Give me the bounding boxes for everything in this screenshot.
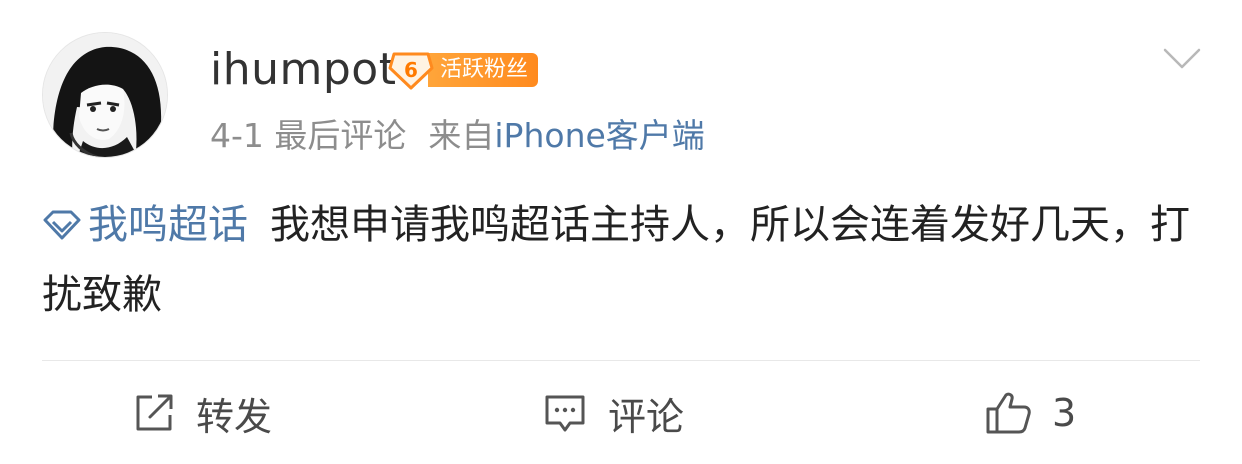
thumbs-up-icon <box>986 392 1031 434</box>
repost-label: 转发 <box>196 394 273 439</box>
source-client-link[interactable]: iPhone客户端 <box>494 116 704 155</box>
comment-button[interactable]: 评论 <box>542 378 684 448</box>
fan-badge[interactable]: 6 活跃粉丝 <box>388 50 539 90</box>
fan-level-badge: 6 <box>388 50 434 90</box>
like-count: 3 <box>1052 391 1077 435</box>
avatar[interactable] <box>42 32 168 158</box>
fan-badge-label: 活跃粉丝 <box>428 53 539 87</box>
fan-level-number: 6 <box>404 58 418 82</box>
comment-label: 评论 <box>608 394 685 439</box>
divider <box>42 360 1200 361</box>
source-prefix: 来自 <box>428 116 495 155</box>
comment-icon <box>545 395 585 432</box>
chevron-down-icon[interactable] <box>1162 44 1202 74</box>
avatar-image <box>43 33 167 157</box>
repost-button[interactable]: 转发 <box>132 378 272 448</box>
super-topic-diamond-icon <box>43 210 81 240</box>
post-content: 我鸣超话 我想申请我鸣超话主持人，所以会连着发好几天，打扰致歉 <box>42 190 1202 330</box>
post-meta: 4-1 最后评论 来自iPhone客户端 <box>210 112 705 160</box>
like-button[interactable]: 3 <box>984 378 1076 448</box>
action-bar: 转发 评论 3 <box>0 378 1242 448</box>
username[interactable]: ihumpot <box>210 42 396 98</box>
post-card: ihumpot 6 活跃粉丝 4-1 最后评论 来自iPhone客户端 我鸣超话我… <box>0 0 1242 464</box>
post-time: 4-1 最后评论 <box>210 116 407 155</box>
super-topic-link[interactable]: 我鸣超话 <box>42 202 248 248</box>
super-topic-label: 我鸣超话 <box>88 202 248 248</box>
repost-icon <box>136 394 173 431</box>
